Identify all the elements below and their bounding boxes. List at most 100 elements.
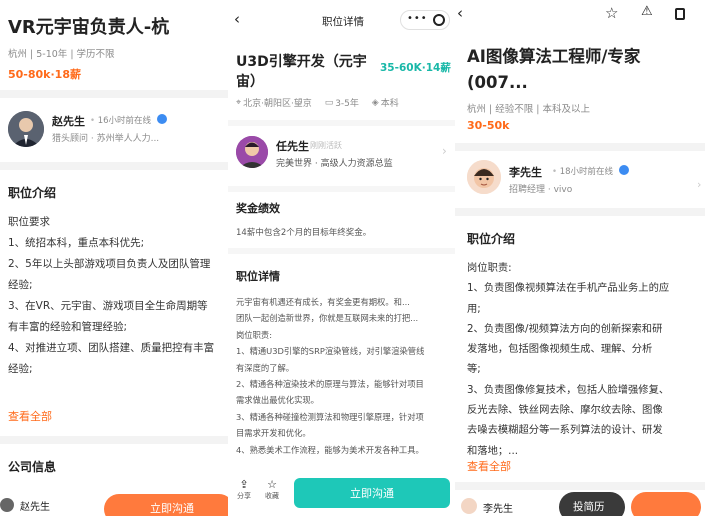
chevron-right-icon[interactable]: › xyxy=(442,144,447,158)
recruiter-status: 刚刚活跃 xyxy=(310,141,342,150)
favorite-label: 收藏 xyxy=(265,492,279,500)
send-resume-button[interactable]: 投简历 xyxy=(559,492,625,516)
recruiter-role: 招聘经理 · vivo xyxy=(509,185,573,195)
avatar[interactable] xyxy=(8,111,44,147)
job-title: U3D引擎开发（元宇 宙） xyxy=(236,52,367,92)
view-all-link[interactable]: 查看全部 xyxy=(467,458,511,474)
job-title-line: 宙） xyxy=(236,74,264,90)
detail-line: 有深度的了解。 xyxy=(236,362,295,373)
back-icon[interactable]: ‹ xyxy=(234,10,240,28)
star-icon[interactable]: ☆ xyxy=(605,4,618,22)
star-icon: ☆ xyxy=(267,478,277,491)
location-pin-icon: ⌖ xyxy=(236,97,242,108)
job-title-line: (007... xyxy=(467,73,528,92)
online-dot-icon: • xyxy=(552,167,558,177)
more-dots-icon[interactable]: ••• xyxy=(407,13,428,24)
recruiter-name: 李先生 xyxy=(509,166,542,179)
online-status: • 16小时前在线 xyxy=(90,114,167,126)
detail-line: 2、精通各种渲染技术的原理与算法，能够针对项目 xyxy=(236,379,424,390)
requirement-line: 2、5年以上头部游戏项目负责人及团队管理 xyxy=(8,258,211,270)
duty-line: 去噪去模糊超分等一系列算法的设计、研发 xyxy=(467,424,663,437)
online-dot-icon: • xyxy=(90,116,96,126)
mini-program-menu[interactable]: ••• xyxy=(400,10,450,30)
duty-line: 等; xyxy=(467,363,481,376)
divider xyxy=(455,208,705,216)
view-all-link[interactable]: 查看全部 xyxy=(8,408,52,424)
avatar-person-icon xyxy=(8,111,44,147)
favorite-button[interactable]: ☆ 收藏 xyxy=(262,478,282,501)
detail-line: 1、精通U3D引擎的SRP渲染管线，对引擎渲染管线 xyxy=(236,346,425,357)
section-title-detail: 职位详情 xyxy=(236,270,280,283)
detail-line: 岗位职责: xyxy=(236,329,272,340)
duty-line: 发落地，包括图像视频生成、理解、分析 xyxy=(467,343,653,356)
divider xyxy=(0,162,228,170)
job-title-line: U3D引擎开发（元宇 xyxy=(236,54,367,70)
divider xyxy=(455,482,705,490)
avatar xyxy=(461,498,477,514)
recruiter-role: 完美世界 · 高级人力资源总监 xyxy=(276,159,393,169)
close-circle-icon[interactable] xyxy=(433,14,445,26)
detail-line: 3、精通各种碰撞检测算法和物理引擎原理，针对项 xyxy=(236,411,424,422)
verified-icon xyxy=(618,165,629,175)
salary: 35-60K·14薪 xyxy=(380,62,451,74)
detail-line: 需求做出最优化实现。 xyxy=(236,395,319,406)
avatar-cartoon-icon xyxy=(467,160,501,194)
experience-tag: ▭ 3-5年 xyxy=(324,96,359,110)
duty-line: 2、负责图像/视频算法方向的创新探索和研 xyxy=(467,322,663,335)
briefcase-icon: ▭ xyxy=(324,97,334,108)
nav-bar: ‹ 职位详情 ••• xyxy=(228,0,455,40)
job-tags: ⌖ 北京·朝阳区·望京 ▭ 3-5年 ◈ 本科 xyxy=(236,96,409,110)
salary: 50-80k·18薪 xyxy=(8,68,81,81)
requirement-line: 经验; xyxy=(8,363,33,375)
job-requirements: 职位要求 1、统招本科，重点本科优先; 2、5年以上头部游戏项目负责人及团队管理… xyxy=(8,212,214,380)
avatar[interactable] xyxy=(467,160,501,194)
chevron-right-icon[interactable]: › xyxy=(697,178,701,191)
recruiter-card[interactable]: 任先生 刚刚活跃 完美世界 · 高级人力资源总监 › xyxy=(228,126,455,186)
warning-icon[interactable]: ⚠ xyxy=(641,4,653,19)
footer-recruiter-name: 赵先生 xyxy=(20,502,50,513)
detail-line: 团队一起创造新世界，你就是互联网未来的打把... xyxy=(236,313,419,324)
section-title-company: 公司信息 xyxy=(8,460,57,474)
back-icon[interactable]: ‹ xyxy=(457,4,463,22)
divider xyxy=(0,436,228,444)
job-duties: 岗位职责: 1、负责图像视频算法在手机产品业务上的应 用; 2、负责图像/视频算… xyxy=(467,258,669,461)
requirement-line: 3、在VR、元宇宙、游戏项目全生命周期等 xyxy=(8,300,208,312)
chat-button[interactable] xyxy=(631,492,701,516)
education-text: 本科 xyxy=(380,99,399,109)
online-status: • 18小时前在线 xyxy=(552,165,629,177)
experience-text: 3-5年 xyxy=(335,99,359,109)
job-title-line: AI图像算法工程师/专家 xyxy=(467,47,641,66)
online-status-text: 18小时前在线 xyxy=(559,167,614,177)
section-title-intro: 职位介绍 xyxy=(8,186,57,200)
duty-line: 3、负责图像修复技术，包括人脸增强修复、 xyxy=(467,383,670,396)
recruiter-role: 猎头顾问 · 苏州举人人力... xyxy=(52,134,160,144)
job-meta: 杭州 | 经验不限 | 本科及以上 xyxy=(467,104,590,115)
requirement-line: 职位要求 xyxy=(8,216,50,228)
verified-icon xyxy=(156,114,167,124)
job-detail-panel-ai: ‹ ☆ ⚠ AI图像算法工程师/专家 (007... 杭州 | 经验不限 | 本… xyxy=(455,0,705,516)
location-tag: ⌖ 北京·朝阳区·望京 xyxy=(236,96,312,110)
requirement-line: 有丰富的经验和管理经验; xyxy=(8,321,128,333)
job-detail-panel-u3d: ‹ 职位详情 ••• U3D引擎开发（元宇 宙） 35-60K·14薪 ⌖ 北京·… xyxy=(228,0,455,516)
recruiter-name: 任先生 xyxy=(276,140,309,153)
requirement-line: 4、对推进立项、团队搭建、质量把控有丰富 xyxy=(8,342,215,354)
duty-line: 1、负责图像视频算法在手机产品业务上的应 xyxy=(467,282,670,295)
detail-line: 4、熟悉美术工作流程，能够为美术开发各种工具。 xyxy=(236,444,424,455)
job-detail-panel-vr: VR元宇宙负责人-杭 杭州 | 5-10年 | 学历不限 50-80k·18薪 … xyxy=(0,0,228,516)
chat-now-button[interactable]: 立即沟通 xyxy=(294,478,450,508)
avatar[interactable] xyxy=(236,136,268,168)
avatar-person-icon xyxy=(236,136,268,168)
graduation-cap-icon: ◈ xyxy=(371,97,379,108)
salary: 30-50k xyxy=(467,119,510,132)
bonus-text: 14薪中包含2个月的目标年终奖金。 xyxy=(236,228,372,238)
share-icon[interactable] xyxy=(675,8,685,20)
share-button[interactable]: ⇪ 分享 xyxy=(234,478,254,501)
detail-line: 元宇宙有机遇还有成长，有奖金更有期权。和... xyxy=(236,297,410,307)
section-title-intro: 职位介绍 xyxy=(467,232,516,246)
detail-card: 职位详情 元宇宙有机遇还有成长，有奖金更有期权。和... 团队一起创造新世界，你… xyxy=(228,254,455,470)
job-title: VR元宇宙负责人-杭 xyxy=(8,17,170,38)
job-title: AI图像算法工程师/专家 (007... xyxy=(467,44,640,96)
chat-button[interactable]: 立即沟通 xyxy=(104,494,228,516)
footer-recruiter-name: 李先生 xyxy=(483,504,513,515)
location-text: 北京·朝阳区·望京 xyxy=(243,99,312,109)
